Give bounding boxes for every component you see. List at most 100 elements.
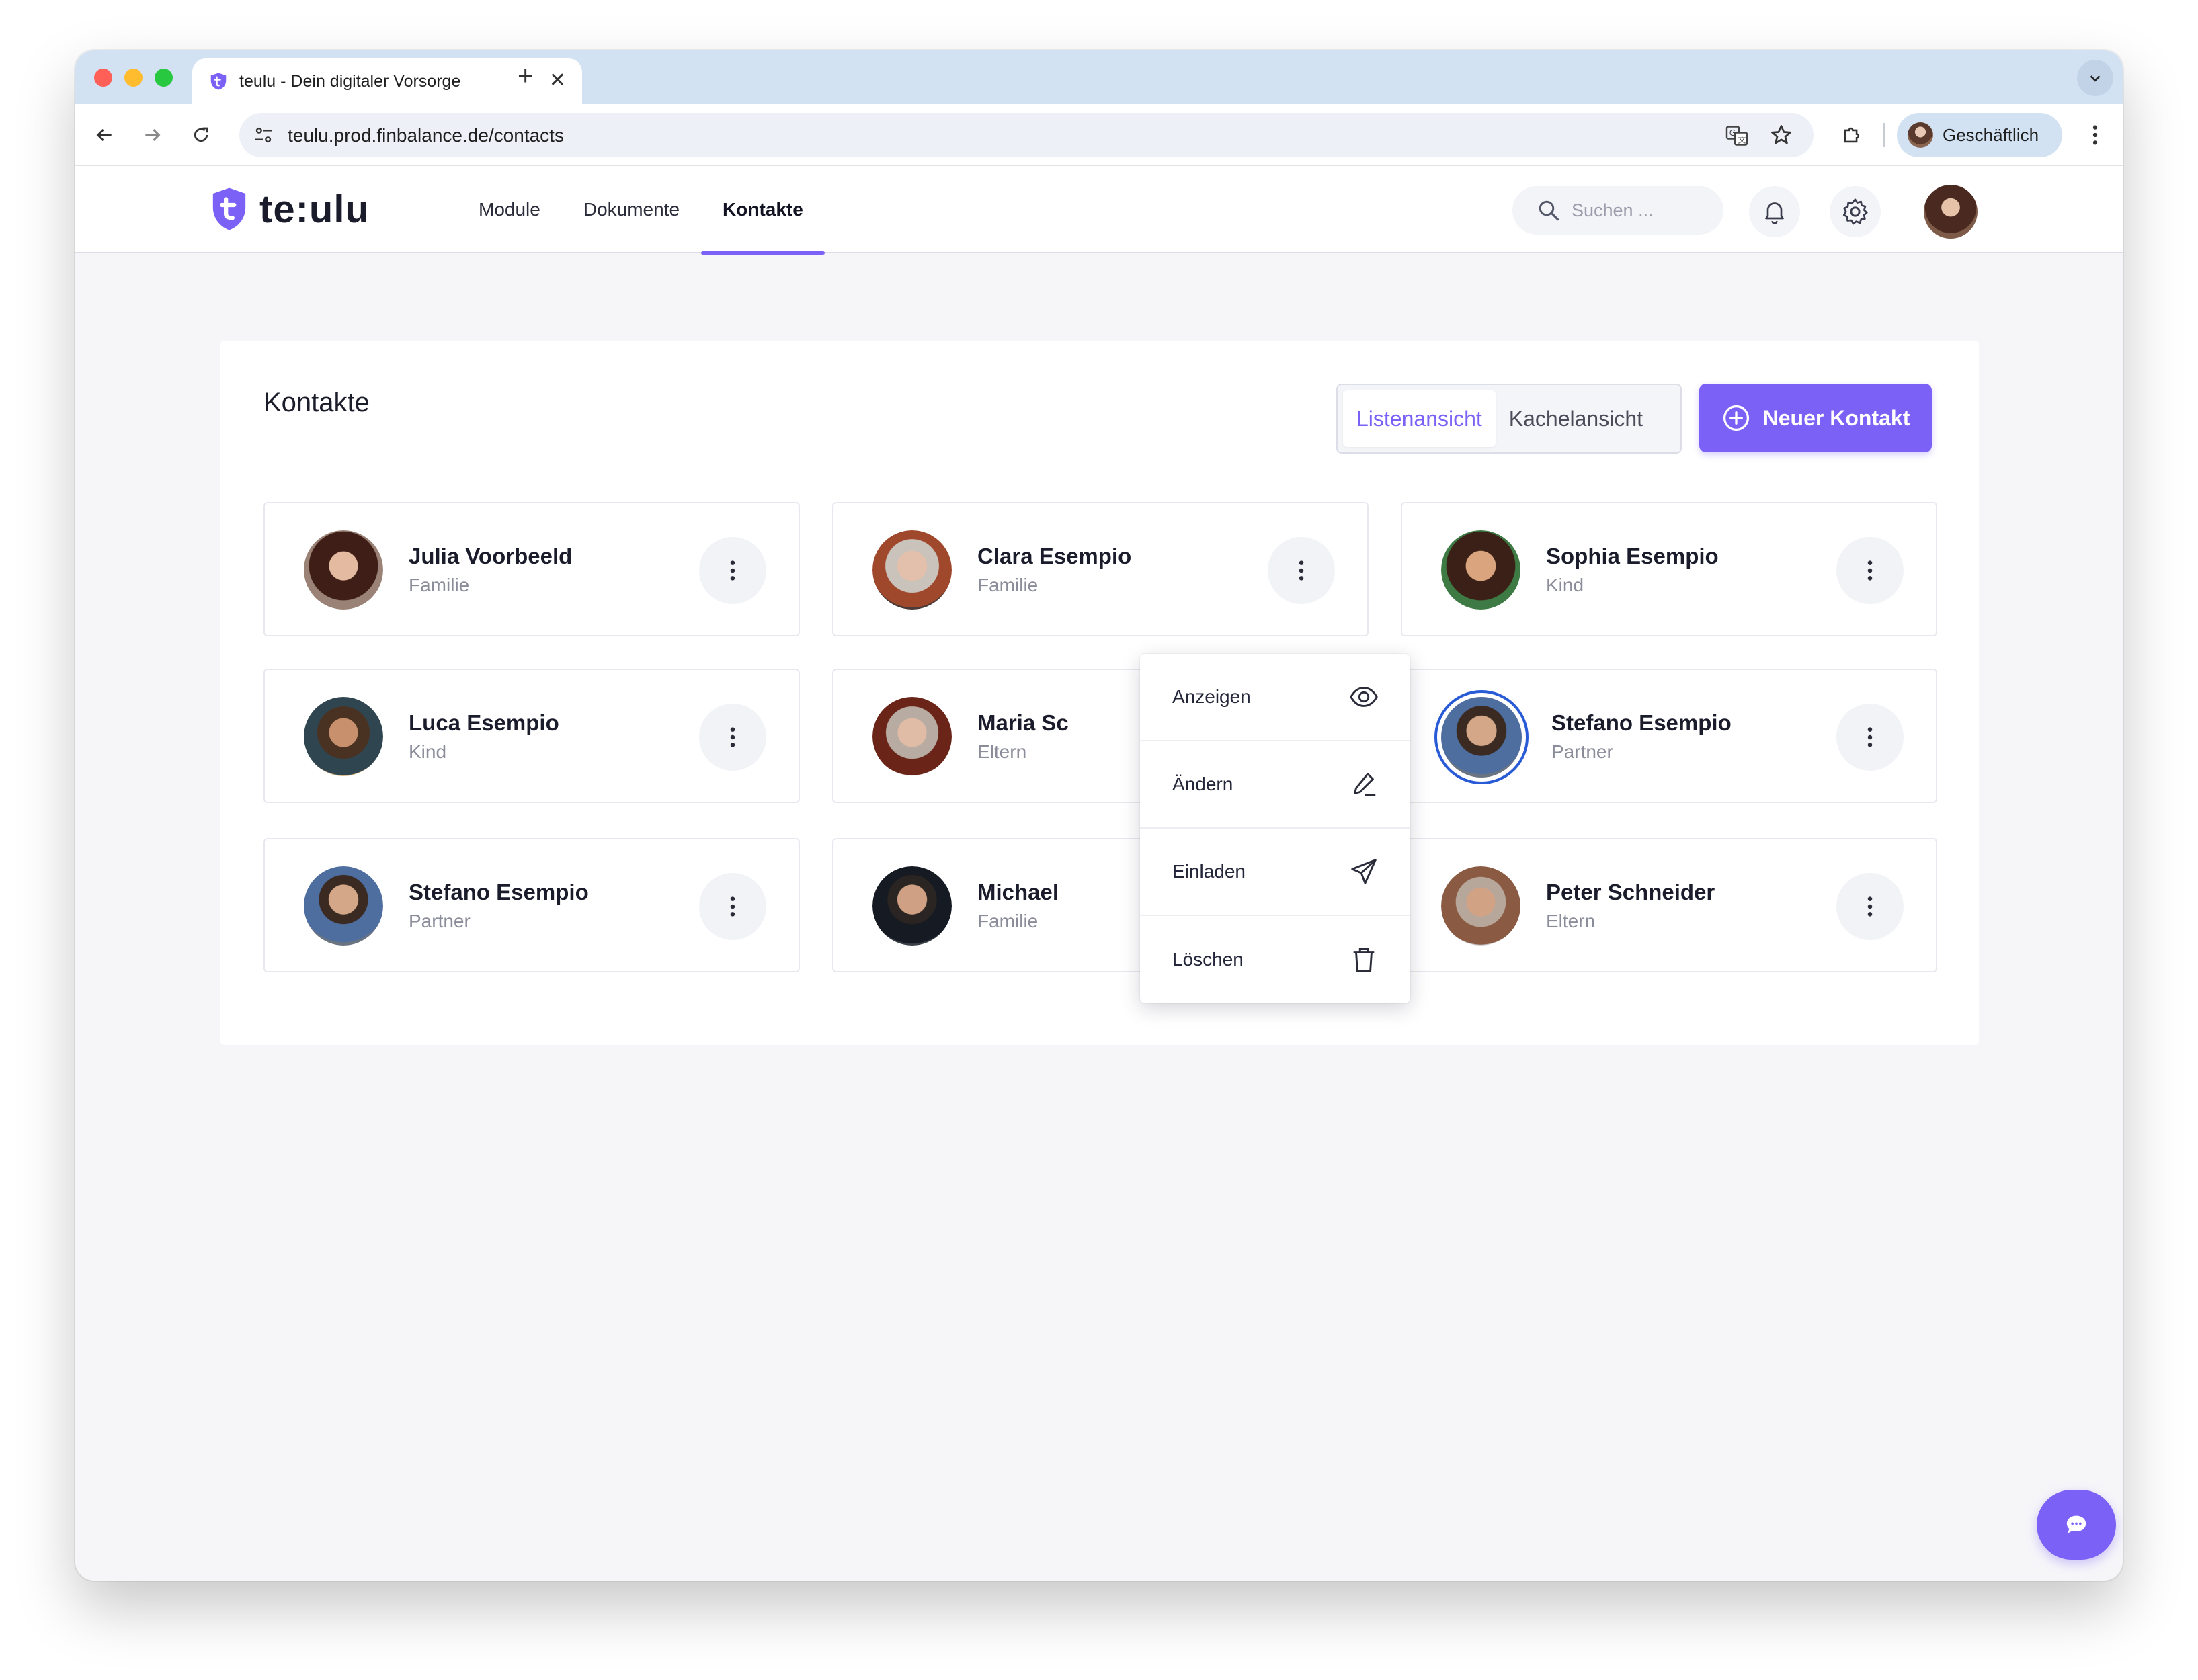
logo-text: te:ulu	[259, 187, 370, 231]
kebab-icon	[1867, 560, 1873, 581]
main-nav: Module Dokumente Kontakte	[457, 166, 825, 255]
more-options-button[interactable]	[699, 873, 766, 940]
contact-relation: Partner	[1551, 741, 1613, 762]
plus-circle-icon	[1723, 405, 1749, 431]
new-contact-label: Neuer Kontakt	[1762, 405, 1910, 430]
new-contact-button[interactable]: Neuer Kontakt	[1699, 384, 1932, 452]
contact-name: Luca Esempio	[409, 710, 559, 735]
search-icon	[1539, 200, 1559, 221]
contact-card[interactable]: Luca Esempio Kind	[263, 669, 800, 803]
tab-title: teulu - Dein digitaler Vorsorge	[239, 71, 461, 91]
contact-name: Stefano Esempio	[409, 880, 589, 905]
back-arrow-icon[interactable]	[89, 120, 120, 151]
contact-card[interactable]: Clara Esempio Familie	[832, 502, 1369, 636]
more-options-button[interactable]	[1836, 704, 1904, 771]
more-options-button[interactable]	[699, 704, 766, 771]
contact-name: Julia Voorbeeld	[409, 544, 573, 569]
kebab-icon	[1867, 896, 1873, 917]
new-tab-button[interactable]: +	[518, 62, 533, 89]
avatar	[1441, 530, 1520, 610]
more-options-button[interactable]	[1268, 537, 1335, 604]
contact-relation: Partner	[409, 911, 471, 931]
minimize-window-button[interactable]	[124, 69, 143, 87]
tab-search-chevron-icon[interactable]	[2077, 60, 2113, 96]
list-view-button[interactable]: Listenansicht	[1343, 390, 1496, 447]
profile-avatar	[1908, 122, 1933, 148]
profile-name: Geschäftlich	[1943, 124, 2039, 145]
avatar	[872, 697, 952, 776]
maximize-window-button[interactable]	[155, 69, 173, 87]
forward-arrow-icon[interactable]	[137, 120, 168, 151]
address-bar[interactable]: teulu.prod.finbalance.de/contacts G 文	[239, 113, 1814, 157]
kebab-icon	[730, 560, 735, 581]
contact-relation: Eltern	[1546, 911, 1596, 931]
contact-card[interactable]: Peter Schneider Eltern	[1401, 838, 1937, 972]
contact-name: Stefano Esempio	[1551, 710, 1732, 735]
tile-view-button[interactable]: Kachelansicht	[1496, 390, 1656, 447]
chat-bubble-icon	[2066, 1515, 2086, 1534]
nav-item-kontakte[interactable]: Kontakte	[701, 166, 825, 255]
browser-menu-icon[interactable]	[2080, 120, 2111, 151]
contact-card[interactable]: Stefano Esempio Partner	[263, 838, 800, 972]
menu-item-label: Ändern	[1172, 773, 1233, 794]
site-settings-icon[interactable]	[253, 124, 274, 146]
contact-relation: Familie	[409, 575, 470, 595]
teulu-shield-icon	[212, 187, 246, 230]
menu-item-label: Löschen	[1172, 949, 1244, 970]
logo[interactable]: te:ulu	[210, 186, 370, 232]
search-input[interactable]: Suchen ...	[1512, 186, 1723, 235]
contact-card[interactable]: Stefano Esempio Partner	[1401, 669, 1937, 803]
close-window-button[interactable]	[94, 69, 112, 87]
search-placeholder: Suchen ...	[1572, 200, 1654, 220]
contact-relation: Familie	[977, 911, 1039, 931]
contact-name: Michael	[977, 880, 1059, 905]
gear-icon	[1842, 198, 1868, 225]
contact-card[interactable]: Sophia Esempio Kind	[1401, 502, 1937, 636]
avatar	[304, 530, 383, 610]
contacts-card: Kontakte Listenansicht Kachelansicht Neu…	[220, 341, 1979, 1045]
chat-button[interactable]	[2037, 1490, 2116, 1560]
menu-item-einladen[interactable]: Einladen	[1140, 829, 1410, 916]
svg-text:G: G	[1729, 128, 1736, 138]
avatar	[304, 866, 383, 946]
kebab-icon	[730, 896, 735, 917]
contact-name: Sophia Esempio	[1546, 544, 1719, 569]
kebab-icon	[1867, 727, 1873, 747]
avatar	[872, 866, 952, 946]
page-title: Kontakte	[263, 388, 370, 417]
menu-item-anzeigen[interactable]: Anzeigen	[1140, 654, 1410, 741]
contact-relation: Kind	[409, 741, 447, 762]
nav-item-dokumente[interactable]: Dokumente	[562, 166, 701, 253]
settings-button[interactable]	[1830, 186, 1881, 237]
avatar	[872, 530, 952, 610]
translate-icon[interactable]: G 文	[1725, 124, 1749, 148]
tab-strip: teulu - Dein digitaler Vorsorge ✕ +	[75, 50, 2123, 104]
menu-item-aendern[interactable]: Ändern	[1140, 741, 1410, 829]
send-icon	[1351, 859, 1377, 884]
extensions-puzzle-icon[interactable]	[1836, 120, 1867, 151]
notifications-button[interactable]	[1749, 186, 1800, 237]
kebab-icon	[1299, 560, 1304, 581]
pencil-icon	[1354, 773, 1376, 796]
kebab-icon	[730, 727, 735, 747]
avatar	[304, 697, 383, 776]
more-options-button[interactable]	[699, 537, 766, 604]
menu-item-label: Anzeigen	[1172, 686, 1251, 707]
tab-close-icon[interactable]: ✕	[549, 71, 566, 91]
menu-item-loeschen[interactable]: Löschen	[1140, 916, 1410, 1003]
reload-icon[interactable]	[186, 120, 216, 151]
bookmark-star-icon[interactable]	[1769, 123, 1793, 147]
profile-button[interactable]: Geschäftlich	[1897, 113, 2062, 157]
avatar	[1441, 866, 1520, 946]
browser-toolbar: teulu.prod.finbalance.de/contacts G 文 Ge…	[75, 104, 2123, 166]
contact-name: Clara Esempio	[977, 544, 1132, 569]
contact-relation: Kind	[1546, 575, 1584, 595]
nav-item-module[interactable]: Module	[457, 166, 562, 253]
more-options-button[interactable]	[1836, 873, 1904, 940]
contact-card[interactable]: Julia Voorbeeld Familie	[263, 502, 800, 636]
user-avatar[interactable]	[1924, 185, 1978, 239]
menu-item-label: Einladen	[1172, 861, 1246, 882]
url-text: teulu.prod.finbalance.de/contacts	[288, 125, 564, 146]
contact-context-menu: Anzeigen Ändern Einladen Löschen	[1140, 654, 1410, 1003]
more-options-button[interactable]	[1836, 537, 1904, 604]
